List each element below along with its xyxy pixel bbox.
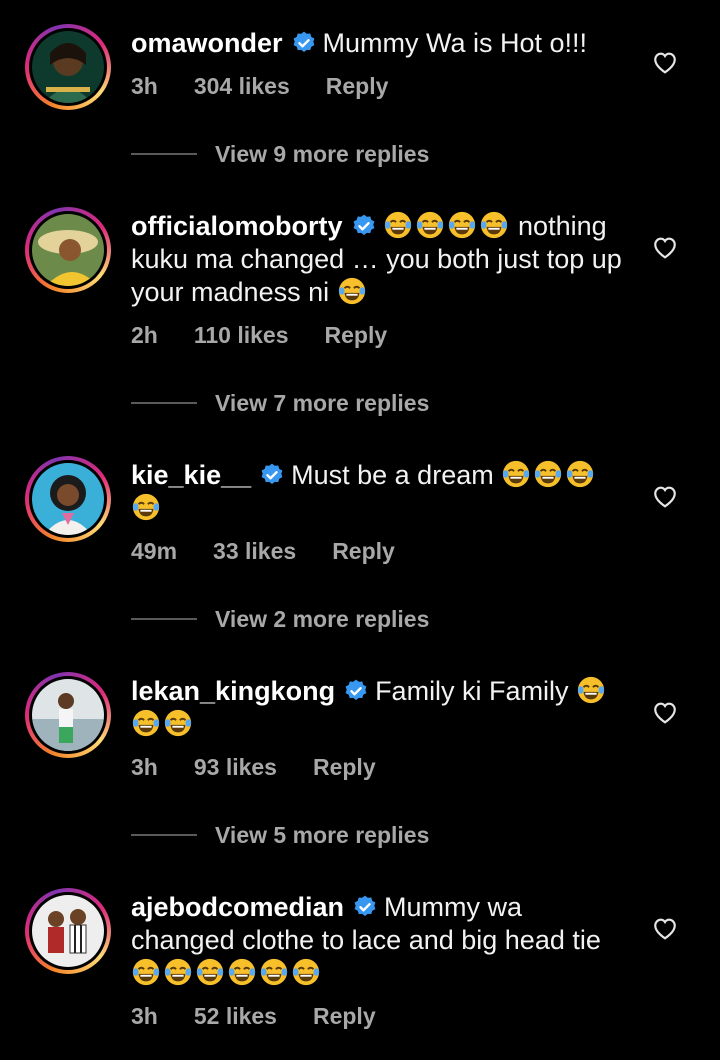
heart-outline-icon[interactable] <box>652 50 678 74</box>
laughing-emoji-icon <box>503 460 530 488</box>
like-count[interactable]: 110 likes <box>194 322 289 348</box>
laughing-emoji-icon <box>132 709 160 737</box>
verified-badge-icon <box>353 214 374 235</box>
laughing-emoji-icon <box>384 211 411 239</box>
laughing-emoji-icon <box>292 958 320 986</box>
avatar[interactable] <box>25 672 111 758</box>
laughing-emoji-icon <box>132 958 160 986</box>
like-count[interactable]: 304 likes <box>194 73 290 99</box>
reply-button[interactable]: Reply <box>313 754 376 780</box>
laughing-emoji-icon <box>196 958 224 986</box>
laughing-emoji-icon <box>448 211 475 239</box>
view-replies-label: View 7 more replies <box>215 390 430 416</box>
reply-button[interactable]: Reply <box>326 73 389 99</box>
laughing-emoji-icon <box>132 493 160 521</box>
reply-button[interactable]: Reply <box>325 322 388 348</box>
avatar[interactable] <box>25 456 111 542</box>
verified-badge-icon <box>354 895 376 916</box>
laughing-emoji-icon <box>416 211 443 239</box>
avatar[interactable] <box>25 207 111 293</box>
laughing-emoji-icon <box>577 676 605 704</box>
comment-time: 49m <box>131 538 178 564</box>
comment-meta: 3h 304 likes Reply <box>131 73 424 100</box>
username[interactable]: omawonder <box>131 28 283 58</box>
comment-text: officialomoborty nothing kuku ma changed… <box>131 210 631 309</box>
comment-time: 3h <box>131 1003 158 1029</box>
like-count[interactable]: 52 likes <box>194 1003 277 1029</box>
laughing-emoji-icon <box>480 211 507 239</box>
username[interactable]: ajebodcomedian <box>131 892 344 922</box>
avatar[interactable] <box>25 888 111 974</box>
comment-text: omawonder Mummy Wa is Hot o!!! <box>131 27 631 60</box>
comment-meta: 2h 110 likes Reply <box>131 322 423 349</box>
laughing-emoji-icon <box>164 709 192 737</box>
username[interactable]: lekan_kingkong <box>131 676 335 706</box>
laughing-emoji-icon <box>338 277 365 305</box>
comment-text: lekan_kingkong Family ki Family <box>131 675 631 741</box>
avatar[interactable] <box>25 24 111 110</box>
view-replies-label: View 5 more replies <box>215 822 430 848</box>
view-more-replies-button[interactable]: View 2 more replies <box>131 606 429 633</box>
comment-meta: 3h 52 likes Reply <box>131 1003 412 1030</box>
comment-time: 3h <box>131 754 158 780</box>
verified-badge-icon <box>345 679 367 700</box>
laughing-emoji-icon <box>228 958 256 986</box>
comment-message: Mummy Wa is Hot o!!! <box>322 28 588 58</box>
divider <box>131 402 197 404</box>
heart-outline-icon[interactable] <box>652 700 678 724</box>
view-more-replies-button[interactable]: View 9 more replies <box>131 141 429 168</box>
reply-button[interactable]: Reply <box>313 1003 376 1029</box>
comment-text: ajebodcomedian Mummy wa changed clothe to… <box>131 891 631 990</box>
reply-button[interactable]: Reply <box>332 538 395 564</box>
comment-time: 3h <box>131 73 158 99</box>
view-replies-label: View 2 more replies <box>215 606 430 632</box>
comment-meta: 3h 93 likes Reply <box>131 754 412 781</box>
like-count[interactable]: 33 likes <box>213 538 296 564</box>
divider <box>131 834 197 836</box>
laughing-emoji-icon <box>164 958 192 986</box>
verified-badge-icon <box>261 463 283 484</box>
view-more-replies-button[interactable]: View 5 more replies <box>131 822 429 849</box>
verified-badge-icon <box>293 31 314 52</box>
heart-outline-icon[interactable] <box>652 235 678 259</box>
divider <box>131 153 197 155</box>
username[interactable]: officialomoborty <box>131 211 343 241</box>
laughing-emoji-icon <box>260 958 288 986</box>
comment-meta: 49m 33 likes Reply <box>131 538 431 565</box>
comment-time: 2h <box>131 322 158 348</box>
comment-message: Family ki Family <box>375 676 569 706</box>
divider <box>131 618 197 620</box>
comment-text: kie_kie__ Must be a dream <box>131 459 631 525</box>
heart-outline-icon[interactable] <box>652 916 678 940</box>
view-more-replies-button[interactable]: View 7 more replies <box>131 390 429 417</box>
username[interactable]: kie_kie__ <box>131 460 251 490</box>
laughing-emoji-icon <box>535 460 562 488</box>
heart-outline-icon[interactable] <box>652 484 678 508</box>
comment-message: Must be a dream <box>291 460 494 490</box>
like-count[interactable]: 93 likes <box>194 754 277 780</box>
view-replies-label: View 9 more replies <box>215 141 430 167</box>
laughing-emoji-icon <box>567 460 594 488</box>
